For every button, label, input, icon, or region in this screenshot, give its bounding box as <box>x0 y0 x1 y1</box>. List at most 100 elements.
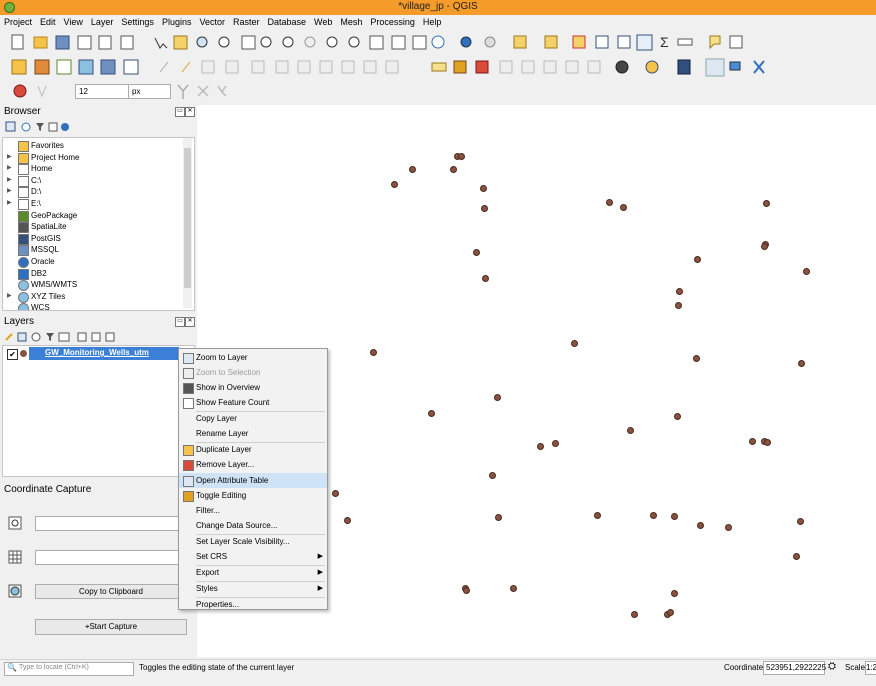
coordinate-field-2[interactable] <box>35 550 187 565</box>
well-point <box>605 198 613 206</box>
crosshair-icon[interactable] <box>8 516 22 530</box>
menu-raster[interactable]: Raster <box>229 15 264 29</box>
expand-arrow-icon[interactable]: ▶ <box>7 152 12 163</box>
toggle-editing-icon <box>181 61 191 73</box>
well-point <box>390 180 398 188</box>
menu-item-set-crs[interactable]: Set CRS ▶ <box>179 549 327 564</box>
menu-vector[interactable]: Vector <box>195 15 229 29</box>
toggle-extents-icon[interactable]: ⛭ <box>828 661 836 672</box>
temporal-icon <box>412 35 427 50</box>
unit-select[interactable]: px <box>128 84 171 99</box>
coordinate-field-1[interactable] <box>35 516 187 531</box>
grid-icon[interactable] <box>8 550 22 564</box>
coordinate-capture-icon <box>705 58 725 77</box>
menu-item-toggle-editing[interactable]: Toggle Editing <box>179 488 327 503</box>
pin-labels-icon <box>475 60 489 74</box>
menu-item-zoom-to-selection[interactable]: Zoom to Selection <box>179 365 327 380</box>
menu-item-label: Show Feature Count <box>196 398 270 407</box>
menu-edit[interactable]: Edit <box>36 15 60 29</box>
browser-item-label: DB2 <box>31 268 47 278</box>
menu-mesh[interactable]: Mesh <box>336 15 366 29</box>
coordinate-display[interactable]: 523951,2922225 <box>763 661 826 675</box>
filter-icon <box>36 123 44 131</box>
globe-icon <box>18 291 29 303</box>
add-group-icon <box>17 332 27 342</box>
menu-item-zoom-to-layer[interactable]: Zoom to Layer <box>179 350 327 365</box>
submenu-arrow-icon: ▶ <box>317 585 323 592</box>
menu-item-change-data-source[interactable]: Change Data Source... <box>179 518 327 533</box>
float-panel-icon[interactable]: ▭ <box>175 107 185 117</box>
menu-item-remove-layer[interactable]: Remove Layer... <box>179 457 327 472</box>
menu-item-label: Filter... <box>196 506 221 515</box>
copy-features-icon <box>319 60 333 74</box>
expand-arrow-icon[interactable]: ▶ <box>7 163 12 174</box>
locator-search-input[interactable]: 🔍 Type to locate (Ctrl+K) <box>4 662 134 676</box>
menu-item-export[interactable]: Export ▶ <box>179 565 327 580</box>
scale-label: Scale <box>845 663 866 672</box>
browser-item-label: WCS <box>31 303 50 311</box>
menu-database[interactable]: Database <box>264 15 311 29</box>
menu-item-rename-layer[interactable]: Rename Layer <box>179 426 327 441</box>
menu-item-filter[interactable]: Filter... <box>179 503 327 518</box>
properties-icon <box>61 123 69 131</box>
new-geopackage-icon <box>34 59 50 75</box>
expand-arrow-icon[interactable]: ▶ <box>7 186 12 197</box>
crs-select-icon[interactable] <box>8 584 22 598</box>
layer-name: GW_Monitoring_Wells_utm <box>45 348 149 357</box>
menu-item-show-in-overview[interactable]: Show in Overview <box>179 380 327 395</box>
scrollbar-thumb[interactable] <box>184 148 191 288</box>
font-size-spinbox[interactable]: 12 <box>75 84 130 99</box>
menu-item-duplicate-layer[interactable]: Duplicate Layer <box>179 442 327 457</box>
coordinate-capture-title: Coordinate Capture <box>4 484 92 495</box>
menu-project[interactable]: Project <box>0 15 36 29</box>
browser-item-label: E:\ <box>31 199 41 208</box>
digitizing-enable-icon <box>13 84 27 98</box>
menu-plugins[interactable]: Plugins <box>158 15 196 29</box>
menu-item-properties[interactable]: Properties... <box>179 597 327 612</box>
start-capture-button[interactable]: ⌖Start Capture <box>35 619 187 635</box>
copy-to-clipboard-button[interactable]: Copy to Clipboard <box>35 584 187 599</box>
menu-item-label: Properties... <box>196 600 240 609</box>
layer-item-selected[interactable]: GW_Monitoring_Wells_utm <box>29 347 179 360</box>
menu-help[interactable]: Help <box>419 15 446 29</box>
well-point <box>462 586 470 594</box>
float-panel-icon[interactable]: ▭ <box>175 317 185 327</box>
expand-arrow-icon[interactable]: ▶ <box>7 175 12 186</box>
menu-settings[interactable]: Settings <box>117 15 158 29</box>
menu-item-copy-layer[interactable]: Copy Layer <box>179 411 327 426</box>
close-panel-icon[interactable]: ✕ <box>185 317 195 327</box>
scale-value: 1:2 <box>866 663 876 672</box>
globe-icon <box>18 280 29 292</box>
browser-tree: Favorites ▶ Project Home ▶ Home ▶ C:\ ▶ D:\ ▶ E:\ G… <box>2 137 195 311</box>
layer-visibility-checkbox[interactable]: ✔ <box>7 349 18 360</box>
new-3d-view-icon <box>391 35 406 50</box>
browser-item-label: MSSQL <box>31 245 60 255</box>
menu-item-label: Duplicate Layer <box>196 445 252 454</box>
point-symbol-icon <box>20 350 27 357</box>
browser-scrollbar[interactable] <box>183 138 192 308</box>
menu-item-set-layer-scale-visibility[interactable]: Set Layer Scale Visibility... <box>179 534 327 549</box>
undo-icon <box>363 60 377 74</box>
star-icon <box>18 141 29 152</box>
well-point <box>666 608 674 616</box>
menu-item-label: Set Layer Scale Visibility... <box>196 537 290 546</box>
coordinate-label: Coordinate <box>724 663 764 672</box>
expand-arrow-icon[interactable]: ▶ <box>7 291 12 302</box>
menu-web[interactable]: Web <box>310 15 336 29</box>
menu-layer[interactable]: Layer <box>87 15 118 29</box>
menu-item-show-feature-count[interactable]: Show Feature Count <box>179 395 327 410</box>
close-panel-icon[interactable]: ✕ <box>185 107 195 117</box>
menu-processing[interactable]: Processing <box>366 15 419 29</box>
menu-item-styles[interactable]: Styles ▶ <box>179 581 327 596</box>
menu-view[interactable]: View <box>60 15 87 29</box>
refresh-icon <box>431 35 445 49</box>
menu-item-open-attribute-table[interactable]: Open Attribute Table <box>179 473 327 488</box>
expand-arrow-icon[interactable]: ▶ <box>7 198 12 209</box>
split-icon <box>177 84 189 99</box>
scale-combo[interactable]: 1:2 <box>865 661 876 675</box>
cut-features-icon <box>297 60 311 74</box>
visibility-icon <box>31 332 41 342</box>
snapping-icon <box>37 85 47 98</box>
remove-layer-icon <box>105 332 115 342</box>
zoom-in-icon <box>196 36 208 48</box>
